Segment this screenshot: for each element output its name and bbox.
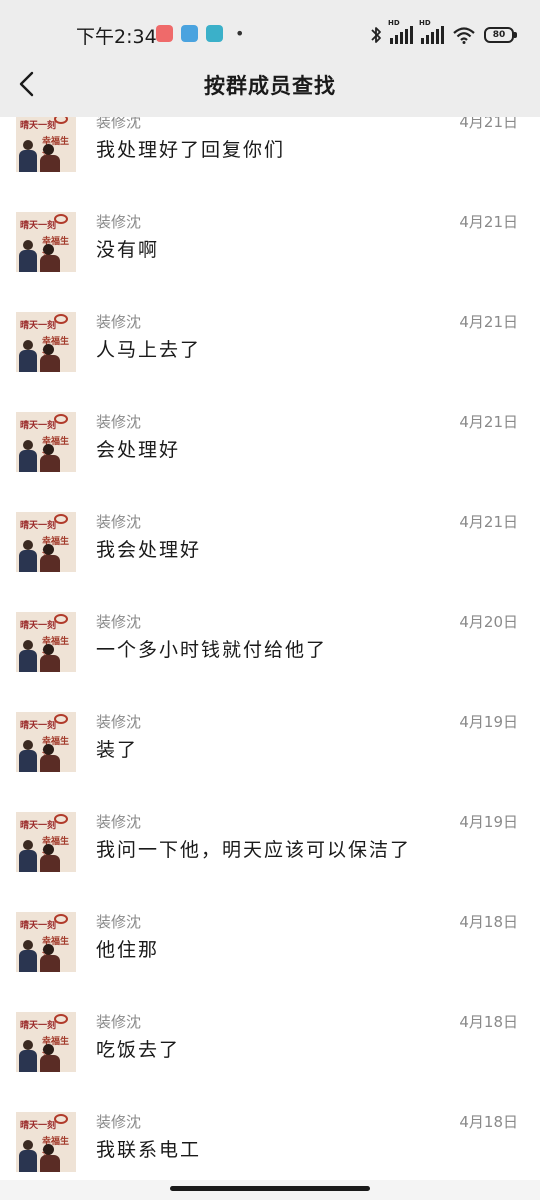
page-title: 按群成员查找 bbox=[204, 74, 336, 98]
avatar: 晴天一刻 幸福生活 bbox=[16, 612, 76, 672]
message-text: 我处理好了回复你们 bbox=[96, 139, 286, 161]
sender-name: 装修沈 bbox=[96, 117, 142, 131]
sender-name: 装修沈 bbox=[96, 713, 142, 731]
gesture-bar-area bbox=[0, 1180, 540, 1200]
message-text: 人马上去了 bbox=[96, 339, 202, 361]
message-date: 4月18日 bbox=[459, 913, 518, 931]
message-text: 我会处理好 bbox=[96, 539, 202, 561]
avatar: 晴天一刻 幸福生活 bbox=[16, 212, 76, 272]
message-text: 我问一下他，明天应该可以保洁了 bbox=[96, 839, 412, 861]
status-time: 下午2:34 bbox=[76, 26, 157, 48]
status-bar: 下午2:34 • HD HD 80 bbox=[0, 0, 540, 70]
sender-name: 装修沈 bbox=[96, 1013, 142, 1031]
avatar: 晴天一刻 幸福生活 bbox=[16, 712, 76, 772]
message-row[interactable]: 晴天一刻 幸福生活 装修沈 4月21日 会处理好 bbox=[0, 399, 540, 499]
avatar: 晴天一刻 幸福生活 bbox=[16, 117, 76, 172]
signal-icon: HD bbox=[388, 19, 413, 44]
message-row[interactable]: 晴天一刻 幸福生活 装修沈 4月21日 人马上去了 bbox=[0, 299, 540, 399]
message-text: 装了 bbox=[96, 739, 139, 761]
app-notification-icon bbox=[181, 25, 198, 42]
message-list[interactable]: 晴天一刻 幸福生活 装修沈 4月21日 我处理好了回复你们 晴天一刻 幸福生活 … bbox=[0, 117, 540, 1180]
sender-name: 装修沈 bbox=[96, 913, 142, 931]
message-row[interactable]: 晴天一刻 幸福生活 装修沈 4月18日 我联系电工 bbox=[0, 1099, 540, 1180]
avatar: 晴天一刻 幸福生活 bbox=[16, 1012, 76, 1072]
message-text: 一个多小时钱就付给他了 bbox=[96, 639, 328, 661]
avatar: 晴天一刻 幸福生活 bbox=[16, 412, 76, 472]
home-indicator[interactable] bbox=[170, 1186, 370, 1191]
sender-name: 装修沈 bbox=[96, 813, 142, 831]
message-text: 他住那 bbox=[96, 939, 160, 961]
message-text: 吃饭去了 bbox=[96, 1039, 181, 1061]
avatar: 晴天一刻 幸福生活 bbox=[16, 812, 76, 872]
message-date: 4月21日 bbox=[459, 213, 518, 231]
message-text: 会处理好 bbox=[96, 439, 181, 461]
message-row[interactable]: 晴天一刻 幸福生活 装修沈 4月19日 我问一下他，明天应该可以保洁了 bbox=[0, 799, 540, 899]
message-row[interactable]: 晴天一刻 幸福生活 装修沈 4月21日 我处理好了回复你们 bbox=[0, 117, 540, 199]
signal-icon: HD bbox=[419, 19, 444, 44]
avatar: 晴天一刻 幸福生活 bbox=[16, 512, 76, 572]
message-row[interactable]: 晴天一刻 幸福生活 装修沈 4月21日 没有啊 bbox=[0, 199, 540, 299]
message-date: 4月21日 bbox=[459, 513, 518, 531]
sender-name: 装修沈 bbox=[96, 313, 142, 331]
app-notification-icon bbox=[206, 25, 223, 42]
app-notification-icon bbox=[156, 25, 173, 42]
sender-name: 装修沈 bbox=[96, 1113, 142, 1131]
sender-name: 装修沈 bbox=[96, 513, 142, 531]
sender-name: 装修沈 bbox=[96, 613, 142, 631]
message-date: 4月19日 bbox=[459, 713, 518, 731]
bluetooth-icon bbox=[371, 27, 381, 43]
message-date: 4月21日 bbox=[459, 413, 518, 431]
message-row[interactable]: 晴天一刻 幸福生活 装修沈 4月18日 吃饭去了 bbox=[0, 999, 540, 1099]
message-date: 4月18日 bbox=[459, 1113, 518, 1131]
message-text: 我联系电工 bbox=[96, 1139, 202, 1161]
nav-bar: 按群成员查找 bbox=[0, 70, 540, 117]
wifi-icon bbox=[453, 27, 475, 44]
message-date: 4月21日 bbox=[459, 117, 518, 131]
message-row[interactable]: 晴天一刻 幸福生活 装修沈 4月21日 我会处理好 bbox=[0, 499, 540, 599]
message-row[interactable]: 晴天一刻 幸福生活 装修沈 4月19日 装了 bbox=[0, 699, 540, 799]
avatar: 晴天一刻 幸福生活 bbox=[16, 1112, 76, 1172]
more-notifications-dot-icon: • bbox=[235, 24, 245, 43]
avatar: 晴天一刻 幸福生活 bbox=[16, 912, 76, 972]
message-list-content: 晴天一刻 幸福生活 装修沈 4月21日 我处理好了回复你们 晴天一刻 幸福生活 … bbox=[0, 117, 540, 1180]
message-date: 4月20日 bbox=[459, 613, 518, 631]
message-date: 4月19日 bbox=[459, 813, 518, 831]
message-text: 没有啊 bbox=[96, 239, 160, 261]
avatar: 晴天一刻 幸福生活 bbox=[16, 312, 76, 372]
message-row[interactable]: 晴天一刻 幸福生活 装修沈 4月20日 一个多小时钱就付给他了 bbox=[0, 599, 540, 699]
sender-name: 装修沈 bbox=[96, 413, 142, 431]
battery-icon: 80 bbox=[484, 27, 517, 43]
sender-name: 装修沈 bbox=[96, 213, 142, 231]
message-row[interactable]: 晴天一刻 幸福生活 装修沈 4月18日 他住那 bbox=[0, 899, 540, 999]
message-date: 4月21日 bbox=[459, 313, 518, 331]
message-date: 4月18日 bbox=[459, 1013, 518, 1031]
status-indicators: HD HD 80 bbox=[370, 19, 517, 46]
